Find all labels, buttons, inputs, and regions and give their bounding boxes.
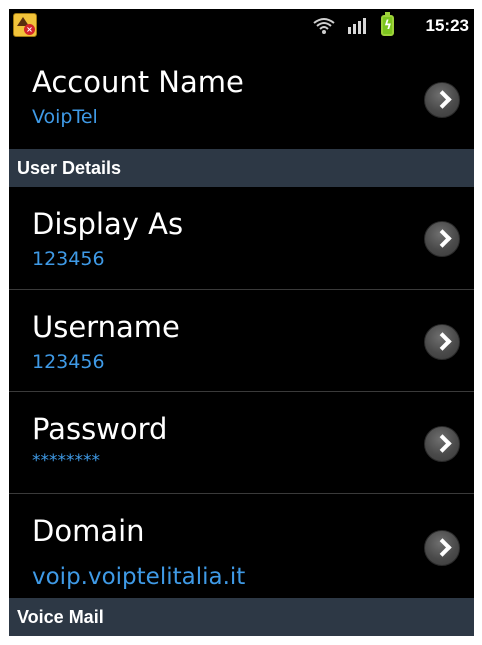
signal-icon	[348, 18, 366, 34]
section-title-user-details: User Details	[17, 158, 122, 178]
domain-row[interactable]: Domain voip.voiptelitalia.it	[9, 494, 474, 598]
password-value: ********	[32, 451, 100, 471]
account-name-row[interactable]: Account Name VoipTel	[9, 45, 474, 149]
display-as-title: Display As	[32, 207, 184, 241]
battery-charging-icon: ϟ	[381, 12, 394, 36]
phone-screen: × ϟ 15:23 Account Name VoipTel User Deta…	[9, 9, 474, 636]
username-chevron-icon[interactable]	[424, 324, 460, 360]
account-name-value: VoipTel	[32, 106, 98, 128]
domain-chevron-icon[interactable]	[424, 530, 460, 566]
password-title: Password	[32, 412, 168, 446]
password-row[interactable]: Password ********	[9, 392, 474, 493]
display-as-row[interactable]: Display As 123456	[9, 187, 474, 289]
display-as-value: 123456	[32, 248, 105, 270]
username-row[interactable]: Username 123456	[9, 290, 474, 391]
domain-value: voip.voiptelitalia.it	[32, 564, 246, 590]
username-title: Username	[32, 310, 180, 344]
username-value: 123456	[32, 351, 105, 373]
status-bar: × ϟ 15:23	[9, 9, 474, 45]
display-as-chevron-icon[interactable]	[424, 221, 460, 257]
section-header-voice-mail: Voice Mail	[9, 598, 474, 636]
section-title-voice-mail: Voice Mail	[17, 607, 104, 627]
section-header-user-details: User Details	[9, 149, 474, 187]
domain-title: Domain	[32, 514, 145, 548]
password-chevron-icon[interactable]	[424, 426, 460, 462]
app-warning-icon: ×	[13, 13, 37, 37]
status-clock: 15:23	[425, 16, 469, 35]
account-name-chevron-icon[interactable]	[424, 82, 460, 118]
account-name-title: Account Name	[32, 65, 244, 99]
wifi-icon	[313, 18, 335, 34]
